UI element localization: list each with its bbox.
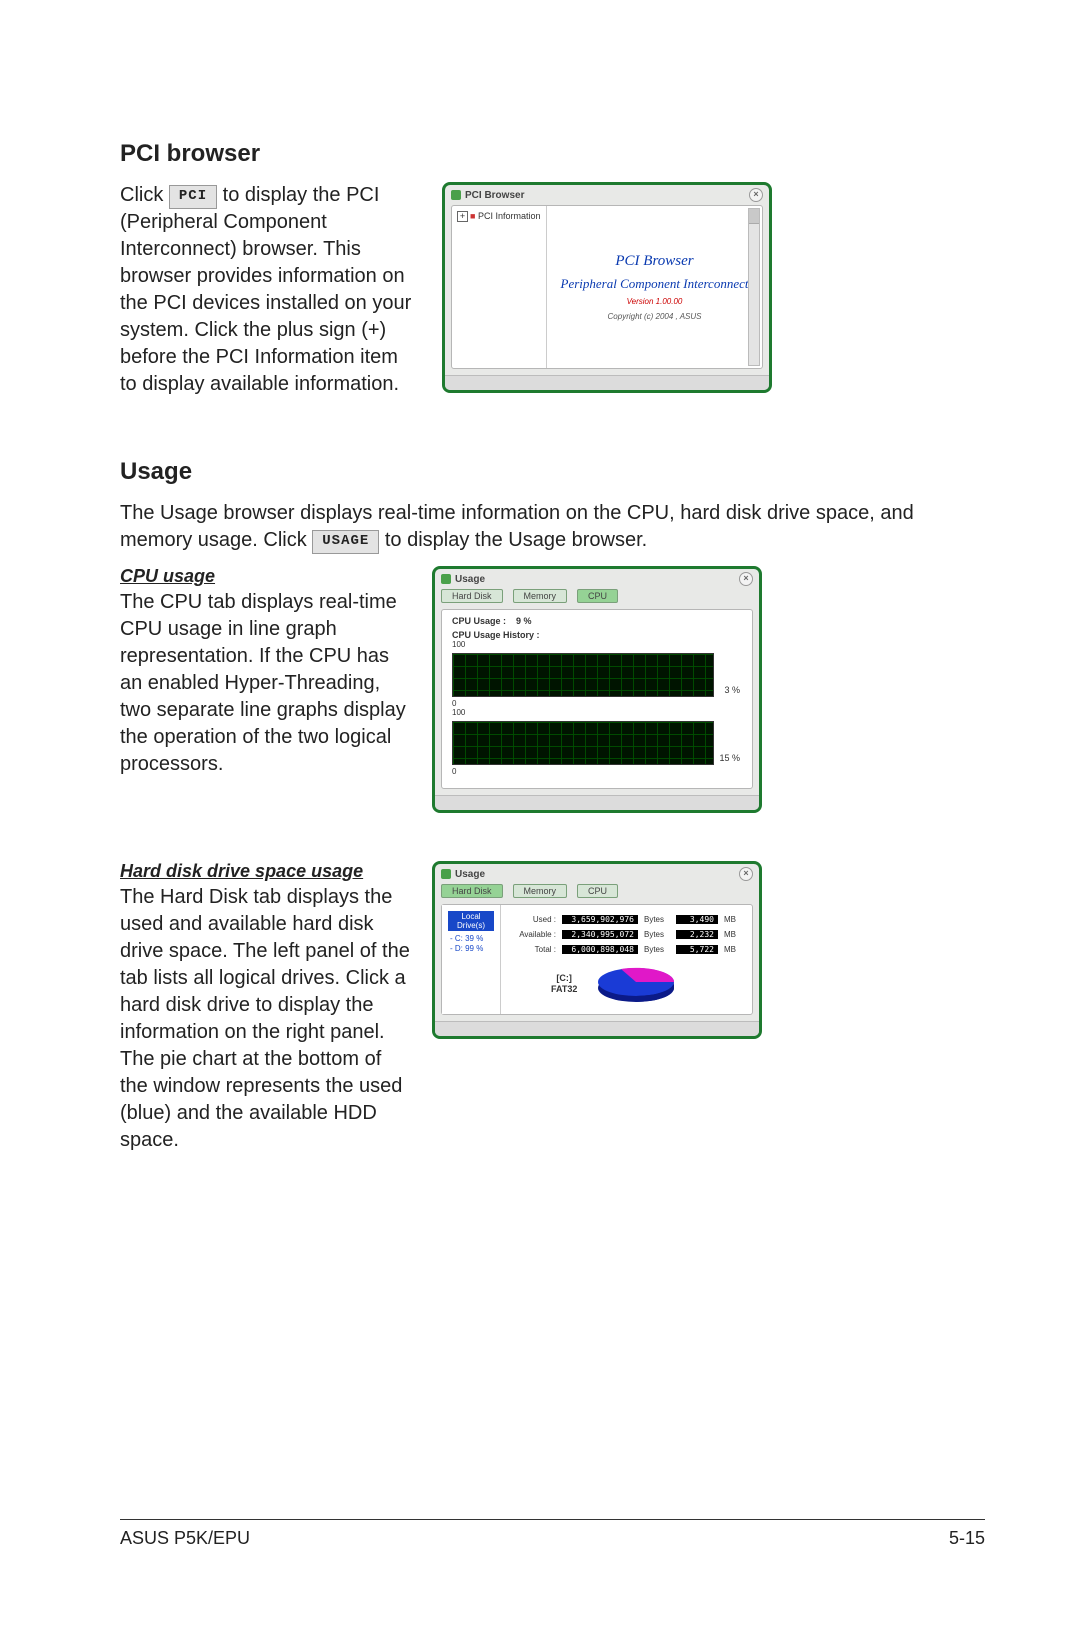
- pci-subtitle: Peripheral Component Interconnect: [561, 276, 749, 292]
- label: Available :: [511, 930, 556, 939]
- pci-paragraph: Click PCI to display the PCI (Peripheral…: [120, 182, 420, 398]
- row-used: Used : 3,659,902,976 Bytes 3,490 MB: [511, 915, 742, 924]
- row-total: Total : 6,000,898,048 Bytes 5,722 MB: [511, 945, 742, 954]
- txt: Click: [120, 184, 169, 206]
- pie-chart-icon: [591, 960, 681, 1008]
- axis-max: 100: [452, 640, 465, 649]
- value-mb: 5,722: [676, 945, 718, 954]
- pie-fs-label: FAT32: [551, 984, 577, 995]
- tab-memory[interactable]: Memory: [513, 884, 568, 898]
- unit: MB: [724, 915, 742, 924]
- unit: Bytes: [644, 945, 670, 954]
- tab-memory[interactable]: Memory: [513, 589, 568, 603]
- txt: to display the PCI (Peripheral Component…: [120, 184, 411, 395]
- drive-item[interactable]: - D: 99 %: [448, 944, 494, 953]
- drive-item[interactable]: - C: 39 %: [448, 934, 494, 943]
- value-mb: 2,232: [676, 930, 718, 939]
- pci-main-title: PCI Browser: [615, 253, 693, 270]
- heading-usage: Usage: [120, 458, 985, 486]
- footer-left: ASUS P5K/EPU: [120, 1528, 250, 1549]
- graph2-pct: 15 %: [719, 753, 740, 763]
- cpu-history-label: CPU Usage History :: [452, 630, 742, 640]
- pie-drive-label: [C:]: [551, 973, 577, 984]
- tab-cpu[interactable]: CPU: [577, 589, 618, 603]
- pci-version: Version 1.00.00: [627, 297, 683, 306]
- scrollbar[interactable]: [748, 208, 760, 366]
- graph1-pct: 3 %: [724, 685, 740, 695]
- tab-cpu[interactable]: CPU: [577, 884, 618, 898]
- pie-chart-area: [C:] FAT32: [551, 960, 742, 1008]
- unit: MB: [724, 930, 742, 939]
- subhead-hdd-usage: Hard disk drive space usage: [120, 861, 410, 882]
- window-footer: [445, 375, 769, 390]
- txt: to display the Usage browser.: [385, 529, 647, 551]
- unit: MB: [724, 945, 742, 954]
- app-icon: [441, 869, 451, 879]
- value-bytes: 2,340,995,072: [562, 930, 638, 939]
- close-icon[interactable]: ×: [739, 867, 753, 881]
- tab-hard-disk[interactable]: Hard Disk: [441, 884, 503, 898]
- cpu-usage-value: 9 %: [516, 616, 532, 626]
- footer-page-number: 5-15: [949, 1528, 985, 1549]
- window-title: Usage: [455, 574, 485, 585]
- cpu-usage-label: CPU Usage :: [452, 616, 506, 626]
- value-mb: 3,490: [676, 915, 718, 924]
- label: Used :: [511, 915, 556, 924]
- window-title: PCI Browser: [465, 190, 524, 201]
- cpu-graph-1: [452, 653, 714, 697]
- expand-icon[interactable]: +: [457, 211, 468, 222]
- drive-list-header: Local Drive(s): [448, 911, 494, 931]
- cpu-paragraph: The CPU tab displays real-time CPU usage…: [120, 589, 410, 778]
- cpu-graph-2: [452, 721, 714, 765]
- label: Total :: [511, 945, 556, 954]
- usage-intro: The Usage browser displays real-time inf…: [120, 500, 985, 554]
- pci-browser-window: PCI Browser × +■ PCI Information PCI Bro…: [442, 182, 772, 393]
- close-icon[interactable]: ×: [739, 572, 753, 586]
- close-icon[interactable]: ×: [749, 188, 763, 202]
- value-bytes: 3,659,902,976: [562, 915, 638, 924]
- hdd-usage-window: Usage × Hard Disk Memory CPU Local Drive…: [432, 861, 762, 1039]
- value-bytes: 6,000,898,048: [562, 945, 638, 954]
- heading-pci-browser: PCI browser: [120, 140, 985, 168]
- window-footer: [435, 1021, 759, 1036]
- pci-copyright: Copyright (c) 2004 , ASUS: [608, 312, 702, 321]
- cpu-usage-window: Usage × Hard Disk Memory CPU CPU Usage :…: [432, 566, 762, 813]
- row-available: Available : 2,340,995,072 Bytes 2,232 MB: [511, 930, 742, 939]
- hdd-paragraph: The Hard Disk tab displays the used and …: [120, 884, 410, 1154]
- pci-button-icon[interactable]: PCI: [169, 185, 217, 209]
- drive-list-panel: Local Drive(s) - C: 39 % - D: 99 %: [442, 905, 501, 1014]
- pci-tree-panel: +■ PCI Information: [452, 206, 547, 368]
- app-icon: [451, 190, 461, 200]
- subhead-cpu-usage: CPU usage: [120, 566, 410, 587]
- unit: Bytes: [644, 915, 670, 924]
- unit: Bytes: [644, 930, 670, 939]
- tab-hard-disk[interactable]: Hard Disk: [441, 589, 503, 603]
- window-title: Usage: [455, 869, 485, 880]
- tree-item[interactable]: PCI Information: [478, 211, 541, 221]
- app-icon: [441, 574, 451, 584]
- usage-button-icon[interactable]: USAGE: [312, 530, 379, 554]
